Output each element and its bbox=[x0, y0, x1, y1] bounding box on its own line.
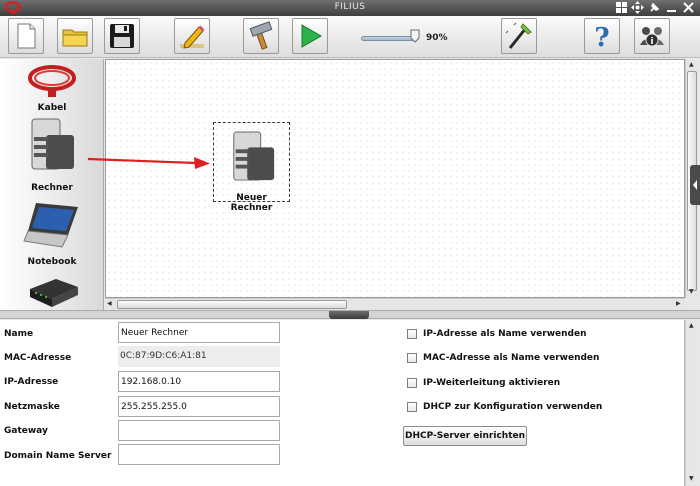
window-title: FILIUS bbox=[334, 2, 366, 12]
close-icon[interactable] bbox=[682, 1, 695, 14]
new-file-icon bbox=[17, 23, 36, 49]
mac-label: MAC-Adresse bbox=[4, 353, 72, 363]
canvas-horizontal-scrollbar[interactable]: ◀ ▶ bbox=[105, 298, 685, 310]
panel-splitter[interactable] bbox=[0, 310, 700, 324]
computer-node-icon bbox=[233, 131, 275, 181]
filius-window: FILIUS 90% ? i Kabel Rechner Notebook Ne… bbox=[0, 0, 700, 486]
wizard-wand-icon bbox=[505, 22, 532, 49]
checkbox-box[interactable] bbox=[407, 353, 417, 363]
network-canvas[interactable] bbox=[105, 59, 685, 298]
computer-tower-icon bbox=[31, 118, 74, 170]
checkbox-box[interactable] bbox=[407, 402, 417, 412]
dns-input[interactable] bbox=[118, 444, 280, 465]
dns-label: Domain Name Server bbox=[4, 451, 112, 461]
ip-input[interactable]: 192.168.0.10 bbox=[118, 371, 280, 392]
scroll-up-arrow-icon[interactable]: ▲ bbox=[689, 61, 694, 69]
move-icon[interactable] bbox=[631, 1, 644, 14]
run-simulation-button[interactable] bbox=[292, 18, 328, 54]
toolbar: 90% ? i bbox=[0, 16, 700, 58]
play-icon bbox=[301, 24, 322, 48]
name-label: Name bbox=[4, 329, 34, 339]
open-folder-button[interactable] bbox=[57, 18, 93, 54]
cable-icon bbox=[28, 65, 76, 97]
computer-node-label: Neuer Rechner bbox=[230, 193, 273, 213]
side-panel-arrow-icon bbox=[693, 180, 697, 190]
info-people-icon: i bbox=[640, 27, 664, 47]
checkbox-label: MAC-Adresse als Name verwenden bbox=[423, 353, 600, 363]
zoom-slider-track[interactable] bbox=[361, 36, 417, 41]
component-palette: Kabel Rechner Notebook bbox=[0, 59, 104, 310]
ip-label: IP-Adresse bbox=[4, 377, 59, 387]
palette-item-switch[interactable] bbox=[0, 275, 103, 310]
wizard-button[interactable] bbox=[501, 18, 537, 54]
minimize-icon[interactable] bbox=[665, 1, 678, 14]
title-bar: FILIUS bbox=[0, 0, 700, 16]
scroll-right-arrow-icon[interactable]: ▶ bbox=[676, 300, 681, 308]
splitter-handle[interactable] bbox=[329, 311, 369, 324]
scroll-left-arrow-icon[interactable]: ◀ bbox=[107, 300, 112, 308]
scroll-down-arrow-icon[interactable]: ▼ bbox=[689, 475, 694, 483]
save-button[interactable] bbox=[104, 18, 140, 54]
help-button[interactable]: ? bbox=[584, 18, 620, 54]
horizontal-scroll-thumb[interactable] bbox=[117, 300, 347, 309]
notebook-icon bbox=[23, 203, 78, 248]
hammer-icon bbox=[249, 21, 273, 50]
checkbox-label: DHCP zur Konfiguration verwenden bbox=[423, 402, 603, 412]
pencil-icon bbox=[180, 25, 205, 49]
gateway-input[interactable] bbox=[118, 420, 280, 441]
design-mode-button[interactable] bbox=[174, 18, 210, 54]
gateway-label: Gateway bbox=[4, 426, 48, 436]
scroll-up-arrow-icon[interactable]: ▲ bbox=[689, 322, 694, 330]
grid-icon[interactable] bbox=[615, 1, 628, 14]
help-question-icon: ? bbox=[594, 23, 609, 51]
netmask-input[interactable]: 255.255.255.0 bbox=[118, 396, 280, 417]
computer-node[interactable]: Neuer Rechner bbox=[213, 122, 290, 213]
dhcp-server-button[interactable]: DHCP-Server einrichten bbox=[403, 426, 527, 446]
checkbox-label: IP-Weiterleitung aktivieren bbox=[423, 378, 561, 388]
simulation-tools-button[interactable] bbox=[243, 18, 279, 54]
palette-label-rechner: Rechner bbox=[31, 183, 73, 193]
checkbox-box[interactable] bbox=[407, 378, 417, 388]
info-button[interactable]: i bbox=[634, 18, 670, 54]
mac-value: 0C:87:9D:C6:A1:81 bbox=[118, 346, 280, 367]
side-panel-toggle[interactable] bbox=[690, 165, 700, 205]
netmask-label: Netzmaske bbox=[4, 402, 60, 412]
new-file-button[interactable] bbox=[8, 18, 44, 54]
svg-text:i: i bbox=[650, 37, 653, 47]
zoom-label: 90% bbox=[426, 33, 448, 43]
palette-label-kabel: Kabel bbox=[37, 103, 67, 113]
palette-item-notebook[interactable]: Notebook bbox=[0, 199, 103, 271]
palette-label-notebook: Notebook bbox=[27, 257, 77, 267]
name-input[interactable]: Neuer Rechner bbox=[118, 322, 280, 343]
save-disk-icon bbox=[110, 24, 134, 48]
switch-icon bbox=[30, 279, 78, 307]
drag-arrow bbox=[88, 157, 210, 169]
folder-icon bbox=[62, 29, 88, 47]
zoom-slider-knob[interactable] bbox=[410, 29, 420, 43]
svg-text:?: ? bbox=[594, 23, 609, 51]
properties-scrollbar[interactable]: ▲ ▼ bbox=[685, 320, 698, 486]
palette-item-kabel[interactable]: Kabel bbox=[0, 61, 103, 119]
checkbox-label: IP-Adresse als Name verwenden bbox=[423, 329, 587, 339]
pin-icon[interactable] bbox=[648, 1, 661, 14]
scroll-down-arrow-icon[interactable]: ▼ bbox=[689, 288, 694, 296]
checkbox-box[interactable] bbox=[407, 329, 417, 339]
